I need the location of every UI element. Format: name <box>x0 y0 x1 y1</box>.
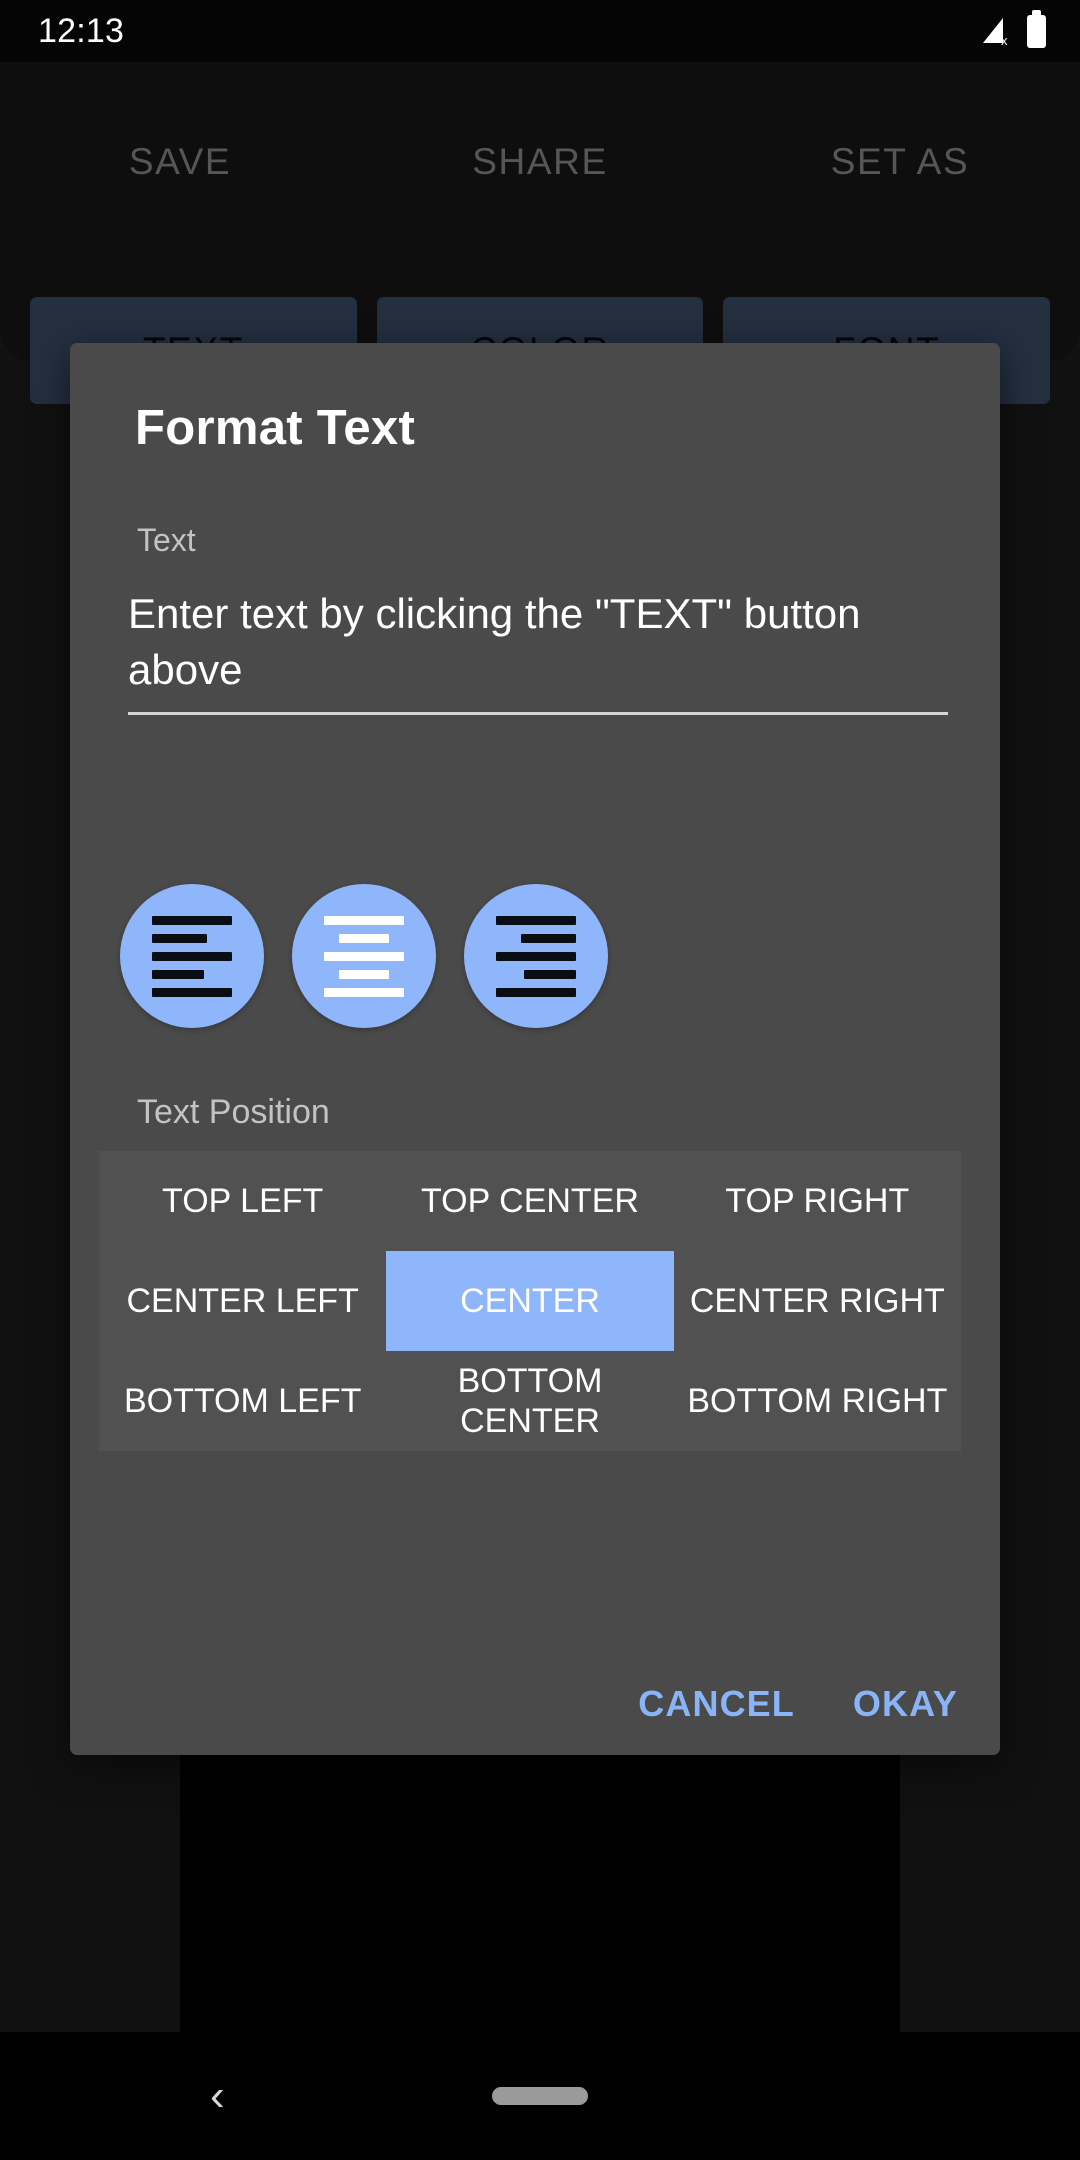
text-position-label: Text Position <box>137 1093 330 1131</box>
text-input-value[interactable]: Enter text by clicking the "TEXT" button… <box>128 586 888 698</box>
dialog-action-row: CANCEL OKAY <box>638 1683 958 1725</box>
phone-screen: 12:13 x SAVE SHARE SET AS TEXT COLOR FON… <box>0 0 1080 2160</box>
text-field-label: Text <box>137 522 196 558</box>
dialog-title: Format Text <box>135 401 416 455</box>
position-cell-bottom-center[interactable]: BOTTOM CENTER <box>386 1351 673 1451</box>
position-cell-top-left[interactable]: TOP LEFT <box>99 1151 386 1251</box>
text-input-field[interactable]: Enter text by clicking the "TEXT" button… <box>128 586 948 715</box>
status-icons: x <box>979 9 1046 48</box>
position-cell-center[interactable]: CENTER <box>386 1251 674 1351</box>
position-cell-bottom-left[interactable]: BOTTOM LEFT <box>99 1351 386 1451</box>
position-cell-center-right[interactable]: CENTER RIGHT <box>674 1251 961 1351</box>
align-right-button[interactable] <box>464 884 608 1028</box>
battery-full-icon <box>1027 9 1046 48</box>
svg-text:x: x <box>1001 33 1008 47</box>
position-cell-bottom-right[interactable]: BOTTOM RIGHT <box>674 1351 961 1451</box>
position-cell-center-left[interactable]: CENTER LEFT <box>99 1251 386 1351</box>
chevron-left-icon[interactable]: ‹ <box>210 2074 225 2118</box>
align-center-icon <box>324 915 404 997</box>
home-pill-icon[interactable] <box>492 2087 588 2105</box>
navigation-bar: ‹ <box>0 2032 1080 2160</box>
align-left-button[interactable] <box>120 884 264 1028</box>
signal-no-sim-icon: x <box>979 15 1013 48</box>
align-right-icon <box>496 915 576 997</box>
text-position-grid: TOP LEFT TOP CENTER TOP RIGHT CENTER LEF… <box>99 1151 961 1451</box>
okay-button[interactable]: OKAY <box>853 1683 958 1725</box>
align-left-icon <box>152 915 232 997</box>
format-text-dialog: Format Text Text Enter text by clicking … <box>70 343 1000 1755</box>
text-input-underline <box>128 712 948 715</box>
status-time: 12:13 <box>38 11 125 50</box>
position-cell-top-center[interactable]: TOP CENTER <box>386 1151 673 1251</box>
position-cell-top-right[interactable]: TOP RIGHT <box>674 1151 961 1251</box>
status-bar: 12:13 x <box>0 0 1080 62</box>
cancel-button[interactable]: CANCEL <box>638 1683 795 1725</box>
align-center-button[interactable] <box>292 884 436 1028</box>
text-alignment-group <box>120 884 608 1028</box>
